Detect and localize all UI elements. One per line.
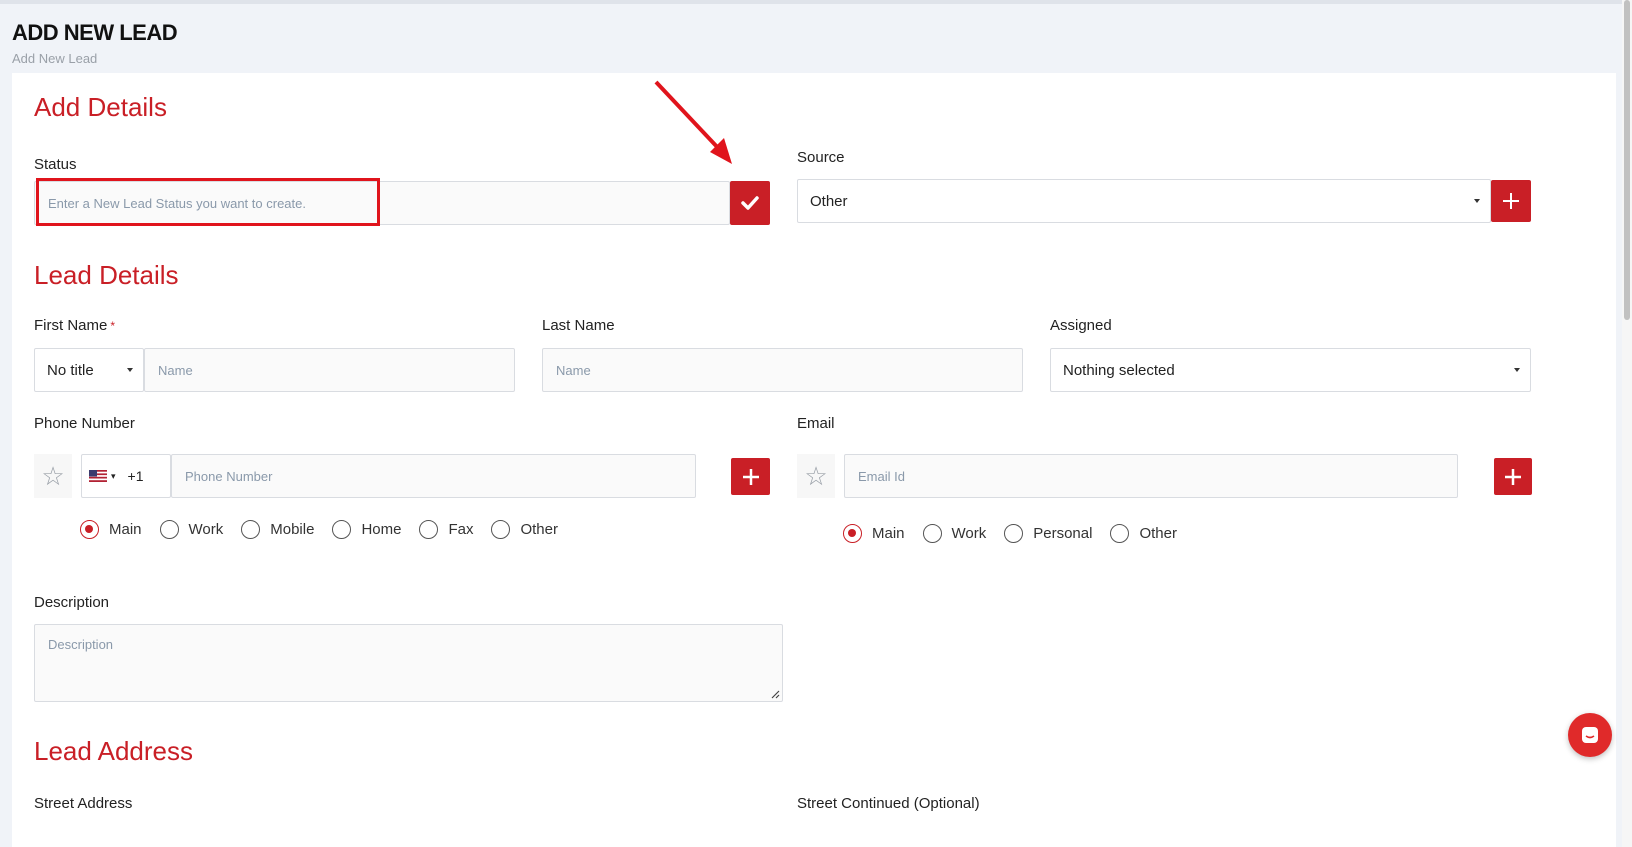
- chevron-down-icon: ▾: [111, 470, 116, 481]
- first-name-label: First Name *: [34, 317, 115, 334]
- radio-icon[interactable]: [491, 520, 511, 539]
- us-flag-icon: [89, 470, 107, 482]
- resize-handle-icon[interactable]: [770, 689, 780, 699]
- status-label: Status: [34, 156, 77, 173]
- check-icon: [741, 196, 759, 210]
- add-email-button[interactable]: [1494, 458, 1532, 495]
- email-input[interactable]: Email Id: [844, 454, 1458, 498]
- assigned-select[interactable]: Nothing selected: [1050, 348, 1531, 392]
- assigned-label: Assigned: [1050, 317, 1112, 334]
- phone-type-group: Main Work Mobile Home Fax Other: [80, 520, 576, 539]
- page-title: ADD NEW LEAD: [12, 20, 178, 45]
- country-code: +1: [127, 468, 144, 484]
- phone-type-other[interactable]: Other: [491, 520, 558, 539]
- phone-type-home[interactable]: Home: [332, 520, 401, 539]
- section-lead-details: Lead Details: [34, 260, 179, 290]
- phone-type-work[interactable]: Work: [159, 520, 224, 539]
- last-name-label: Last Name: [542, 317, 615, 334]
- required-mark: *: [110, 319, 116, 333]
- radio-icon[interactable]: [241, 520, 261, 539]
- email-type-work[interactable]: Work: [922, 524, 987, 543]
- radio-icon[interactable]: [419, 520, 439, 539]
- email-type-personal[interactable]: Personal: [1004, 524, 1092, 543]
- name-title-value: No title: [47, 361, 94, 379]
- radio-label: Other: [520, 521, 558, 538]
- star-icon[interactable]: ☆: [34, 454, 72, 498]
- first-name-placeholder: Name: [158, 362, 193, 378]
- star-icon[interactable]: ☆: [797, 454, 835, 498]
- radio-label: Other: [1139, 525, 1177, 542]
- section-lead-address: Lead Address: [34, 736, 194, 766]
- chevron-down-icon: [1474, 199, 1480, 203]
- scrollbar-thumb[interactable]: [1624, 0, 1630, 320]
- plus-icon: [1503, 193, 1519, 209]
- source-select[interactable]: Other: [797, 179, 1491, 223]
- radio-icon[interactable]: [843, 524, 862, 543]
- email-placeholder: Email Id: [858, 468, 905, 484]
- last-name-placeholder: Name: [556, 362, 591, 378]
- description-textarea[interactable]: Description: [34, 624, 783, 702]
- radio-label: Main: [872, 525, 905, 542]
- name-title-select[interactable]: No title: [34, 348, 144, 392]
- street-continued-label: Street Continued (Optional): [797, 795, 980, 812]
- assigned-value: Nothing selected: [1063, 361, 1175, 379]
- phone-input[interactable]: Phone Number: [171, 454, 696, 498]
- page-scrollbar[interactable]: [1622, 0, 1632, 847]
- add-phone-button[interactable]: [731, 458, 770, 495]
- radio-icon[interactable]: [80, 520, 99, 539]
- email-type-group: Main Work Personal Other: [843, 524, 1195, 543]
- radio-icon[interactable]: [922, 524, 942, 543]
- street-address-label: Street Address: [34, 795, 133, 812]
- radio-label: Main: [109, 521, 142, 538]
- phone-type-main[interactable]: Main: [80, 520, 142, 539]
- plus-icon: [1505, 468, 1521, 485]
- chat-icon: [1582, 727, 1598, 743]
- breadcrumb: Add New Lead: [12, 51, 98, 66]
- radio-icon[interactable]: [1004, 524, 1024, 543]
- email-type-other[interactable]: Other: [1110, 524, 1177, 543]
- radio-icon[interactable]: [1110, 524, 1130, 543]
- arrow-annotation: [654, 80, 732, 164]
- status-highlight-box: [36, 178, 380, 226]
- chat-button[interactable]: [1568, 713, 1612, 757]
- phone-type-fax[interactable]: Fax: [419, 520, 473, 539]
- radio-icon[interactable]: [159, 520, 179, 539]
- country-code-select[interactable]: ▾ +1: [81, 454, 171, 498]
- section-add-details: Add Details: [34, 92, 167, 122]
- radio-label: Work: [951, 525, 987, 542]
- confirm-status-button[interactable]: [730, 181, 770, 225]
- radio-label: Personal: [1033, 525, 1093, 542]
- radio-label: Work: [188, 521, 224, 538]
- phone-label: Phone Number: [34, 415, 135, 432]
- source-label: Source: [797, 149, 845, 166]
- chevron-down-icon: [127, 368, 133, 372]
- last-name-input[interactable]: Name: [542, 348, 1023, 392]
- description-placeholder: Description: [48, 637, 114, 652]
- radio-label: Mobile: [270, 521, 315, 538]
- top-border: [0, 0, 1632, 4]
- first-name-input[interactable]: Name: [144, 348, 515, 392]
- plus-icon: [742, 468, 759, 485]
- chevron-down-icon: [1514, 368, 1520, 372]
- add-source-button[interactable]: [1491, 180, 1531, 222]
- email-label: Email: [797, 415, 835, 432]
- radio-icon[interactable]: [332, 520, 352, 539]
- radio-label: Home: [361, 521, 402, 538]
- phone-type-mobile[interactable]: Mobile: [241, 520, 314, 539]
- radio-label: Fax: [448, 521, 474, 538]
- phone-placeholder: Phone Number: [185, 468, 273, 484]
- first-name-label-text: First Name: [34, 317, 108, 334]
- email-type-main[interactable]: Main: [843, 524, 905, 543]
- description-label: Description: [34, 594, 110, 611]
- source-value: Other: [810, 192, 848, 210]
